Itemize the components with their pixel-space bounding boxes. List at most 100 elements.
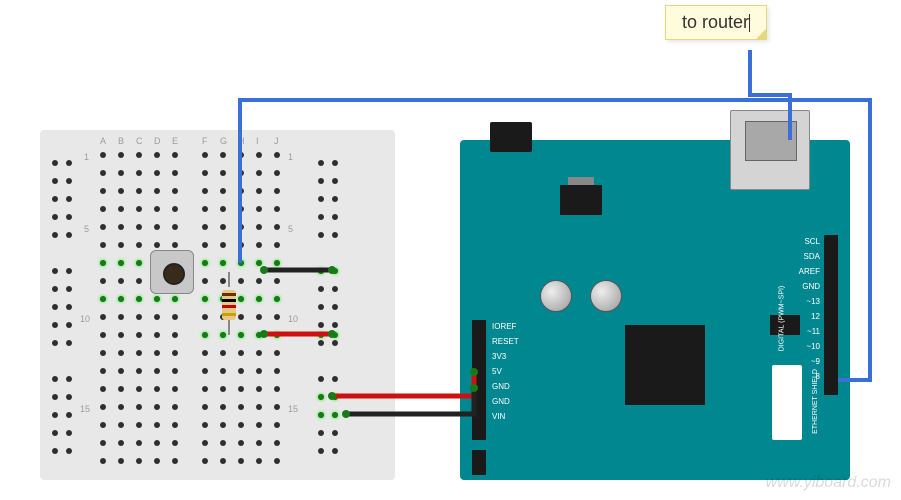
pin-label: AREF	[799, 267, 820, 276]
breadboard-hole	[118, 152, 124, 158]
col-label: E	[172, 136, 178, 146]
digital-header	[824, 235, 838, 395]
breadboard-hole	[220, 404, 226, 410]
breadboard-hole	[100, 332, 106, 338]
breadboard-hole	[238, 206, 244, 212]
breadboard-hole	[118, 242, 124, 248]
breadboard-hole	[118, 314, 124, 320]
breadboard-hole	[154, 242, 160, 248]
breadboard-hole	[154, 206, 160, 212]
breadboard-hole	[256, 224, 262, 230]
col-label: G	[220, 136, 227, 146]
breadboard-hole	[172, 206, 178, 212]
rail-hole	[52, 430, 58, 436]
rail-hole	[66, 214, 72, 220]
breadboard-hole	[238, 278, 244, 284]
rail-hole	[66, 340, 72, 346]
breadboard-hole	[118, 350, 124, 356]
rail-hole	[318, 376, 324, 382]
breadboard-hole	[256, 458, 262, 464]
breadboard-hole-active	[136, 260, 142, 266]
rail-hole	[52, 268, 58, 274]
logo-text: ARDUINO	[794, 403, 801, 435]
rail-hole	[52, 214, 58, 220]
breadboard-hole	[256, 314, 262, 320]
breadboard-hole	[154, 332, 160, 338]
rail-hole	[318, 214, 324, 220]
breadboard-hole-active	[332, 268, 338, 274]
breadboard-hole	[238, 242, 244, 248]
breadboard-hole-active	[318, 394, 324, 400]
breadboard-hole	[100, 188, 106, 194]
rail-hole	[332, 322, 338, 328]
breadboard-hole	[256, 440, 262, 446]
breadboard-hole	[154, 422, 160, 428]
rail-hole	[318, 160, 324, 166]
breadboard-hole	[202, 350, 208, 356]
rail-hole	[66, 178, 72, 184]
breadboard-hole	[136, 224, 142, 230]
breadboard-hole	[274, 206, 280, 212]
pin-label: 3V3	[492, 352, 506, 361]
breadboard-hole	[136, 314, 142, 320]
rail-hole	[332, 232, 338, 238]
breadboard-hole	[202, 242, 208, 248]
breadboard-hole	[172, 404, 178, 410]
breadboard-hole	[100, 458, 106, 464]
breadboard-hole	[136, 152, 142, 158]
breadboard-hole-active	[202, 260, 208, 266]
breadboard-hole	[256, 386, 262, 392]
breadboard-hole	[220, 152, 226, 158]
breadboard-hole	[100, 152, 106, 158]
breadboard-hole	[220, 170, 226, 176]
shield-label: ETHERNET SHIELD	[812, 369, 819, 434]
breadboard-hole-active	[202, 332, 208, 338]
breadboard-hole	[154, 404, 160, 410]
breadboard-hole	[154, 368, 160, 374]
breadboard-hole	[118, 440, 124, 446]
breadboard-hole	[238, 224, 244, 230]
col-label: I	[256, 136, 259, 146]
breadboard-hole	[118, 332, 124, 338]
breadboard-hole-active	[238, 332, 244, 338]
breadboard-hole	[202, 458, 208, 464]
breadboard-hole	[274, 458, 280, 464]
breadboard-hole	[238, 386, 244, 392]
pin-label: 5V	[492, 367, 502, 376]
row-label: 1	[84, 152, 89, 162]
rail-hole	[66, 268, 72, 274]
rail-hole	[52, 304, 58, 310]
breadboard-hole	[220, 350, 226, 356]
breadboard-hole	[154, 188, 160, 194]
row-label: 10	[288, 314, 298, 324]
breadboard-hole-active	[332, 412, 338, 418]
breadboard-hole	[172, 440, 178, 446]
breadboard-hole	[154, 224, 160, 230]
pin-label: SCL	[804, 237, 820, 246]
ethernet-chip-icon	[625, 325, 705, 405]
breadboard-hole	[256, 152, 262, 158]
breadboard-hole	[118, 368, 124, 374]
breadboard-hole	[238, 440, 244, 446]
breadboard-hole	[238, 170, 244, 176]
arduino-ethernet-shield: IOREF RESET 3V3 5V GND GND VIN SCL SDA A…	[460, 140, 850, 480]
rail-hole	[66, 160, 72, 166]
breadboard-hole	[238, 404, 244, 410]
breadboard-hole	[220, 206, 226, 212]
rail-hole	[52, 322, 58, 328]
breadboard-hole-active	[100, 260, 106, 266]
breadboard-hole	[136, 242, 142, 248]
breadboard-hole	[136, 278, 142, 284]
breadboard-hole	[172, 458, 178, 464]
breadboard-hole	[136, 188, 142, 194]
breadboard-hole	[100, 224, 106, 230]
rail-hole	[318, 196, 324, 202]
breadboard-hole	[136, 404, 142, 410]
rail-hole	[318, 304, 324, 310]
breadboard-hole	[172, 188, 178, 194]
resistor-lead-icon	[228, 272, 230, 287]
pin-label: GND	[492, 397, 510, 406]
rail-hole	[52, 232, 58, 238]
breadboard-hole-active	[220, 332, 226, 338]
breadboard-hole	[136, 170, 142, 176]
